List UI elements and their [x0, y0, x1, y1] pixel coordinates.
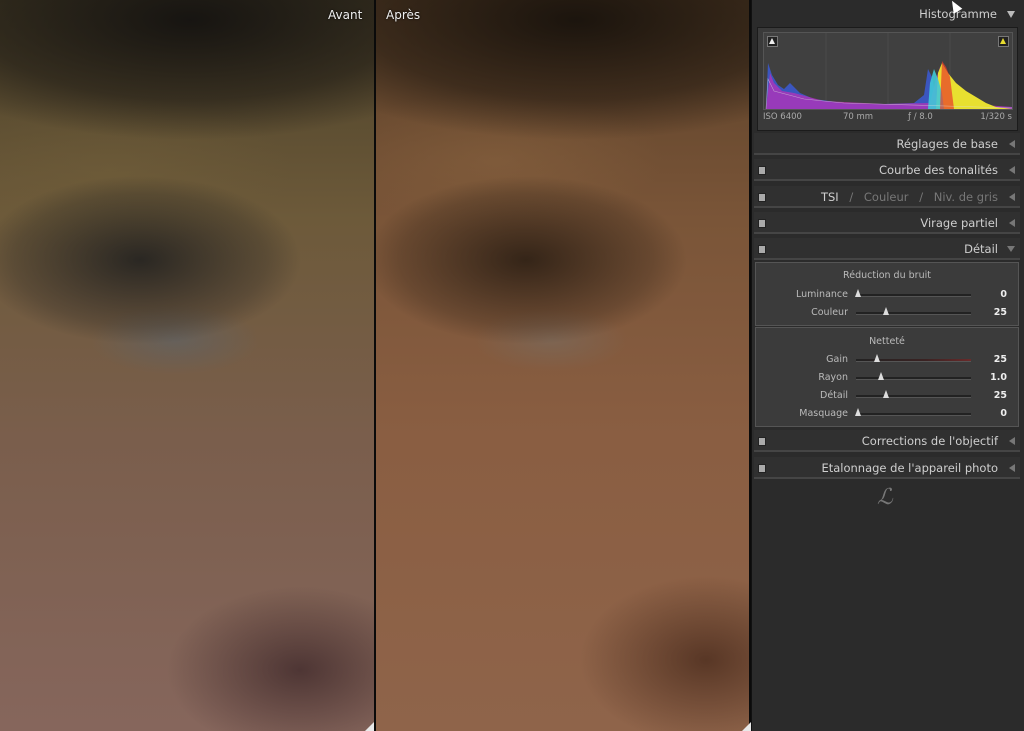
corner-marker-icon: [742, 722, 751, 731]
shadow-clipping-toggle[interactable]: [767, 36, 778, 47]
slider-thumb[interactable]: [854, 289, 861, 297]
aperture-value: ƒ / 8.0: [908, 112, 933, 122]
section-lens-corrections[interactable]: Corrections de l'objectif: [754, 430, 1020, 452]
section-camera-title: Etalonnage de l'appareil photo: [821, 461, 998, 475]
section-tone-curve-title: Courbe des tonalités: [879, 163, 998, 177]
shadow-clipping-icon: [769, 38, 775, 44]
slider-value[interactable]: 0: [1000, 408, 1007, 419]
sharpening-title: Netteté: [869, 336, 905, 347]
slider-label: Masquage: [799, 408, 848, 419]
after-photo[interactable]: [376, 0, 749, 731]
noise-reduction-title: Réduction du bruit: [843, 270, 931, 281]
section-basic-title: Réglages de base: [896, 137, 998, 151]
slider-track[interactable]: [854, 289, 971, 297]
slider-value[interactable]: 0: [1000, 289, 1007, 300]
after-label: Après: [386, 8, 421, 22]
section-split-toning[interactable]: Virage partiel: [754, 212, 1020, 234]
slider-row: Rayon 1.0: [756, 371, 1018, 385]
slider-track[interactable]: [856, 372, 971, 380]
slider-label: Luminance: [796, 289, 848, 300]
slider-row: Gain 25: [756, 353, 1018, 367]
histogram-metadata: ISO 6400 70 mm ƒ / 8.0 1/320 s: [758, 112, 1017, 126]
tab-separator: /: [849, 190, 854, 204]
slider-value[interactable]: 25: [994, 307, 1007, 318]
slider-row: Luminance 0: [756, 288, 1018, 302]
slider-thumb[interactable]: [883, 307, 890, 315]
expand-triangle-icon[interactable]: [1009, 437, 1015, 445]
slider-label: Détail: [820, 390, 848, 401]
slider-value[interactable]: 25: [994, 390, 1007, 401]
photo-comparison-area: Avant Après: [0, 0, 751, 731]
expand-triangle-icon[interactable]: [1009, 464, 1015, 472]
slider-row: Détail 25: [756, 389, 1018, 403]
histogram-panel: ISO 6400 70 mm ƒ / 8.0 1/320 s: [757, 27, 1018, 131]
section-basic[interactable]: Réglages de base: [754, 133, 1020, 155]
section-detail[interactable]: Détail: [754, 238, 1020, 260]
panel-switch-toggle[interactable]: [758, 193, 766, 202]
slider-track[interactable]: [856, 354, 971, 362]
slider-thumb[interactable]: [883, 390, 890, 398]
develop-panel: Histogramme ISO 6400 70 mm ƒ / 8.0 1/320: [751, 0, 1024, 731]
slider-thumb[interactable]: [877, 372, 884, 380]
expand-triangle-icon[interactable]: [1009, 219, 1015, 227]
corner-marker-icon: [365, 722, 374, 731]
section-hsl[interactable]: TSI / Couleur / Niv. de gris: [754, 186, 1020, 208]
panel-switch-toggle[interactable]: [758, 166, 766, 175]
section-tone-curve[interactable]: Courbe des tonalités: [754, 159, 1020, 181]
slider-track[interactable]: [856, 307, 971, 315]
section-detail-title: Détail: [964, 242, 998, 256]
slider-thumb[interactable]: [873, 354, 880, 362]
sharpening-block: Netteté Gain 25 Rayon 1.0 Détail 25 Masquage 0: [755, 327, 1019, 427]
slider-track[interactable]: [856, 390, 971, 398]
panel-end-ornament-icon: ℒ: [877, 485, 893, 510]
slider-label: Rayon: [818, 372, 848, 383]
section-camera-calibration[interactable]: Etalonnage de l'appareil photo: [754, 457, 1020, 479]
expand-triangle-icon[interactable]: [1009, 193, 1015, 201]
slider-thumb[interactable]: [854, 408, 861, 416]
slider-row: Couleur 25: [756, 306, 1018, 320]
shutter-speed-value: 1/320 s: [980, 112, 1012, 122]
slider-label: Gain: [826, 354, 848, 365]
panel-switch-toggle[interactable]: [758, 437, 766, 446]
section-split-toning-title: Virage partiel: [920, 216, 998, 230]
slider-row: Masquage 0: [756, 407, 1018, 421]
noise-reduction-block: Réduction du bruit Luminance 0 Couleur 25: [755, 262, 1019, 326]
section-hsl-tabs: TSI / Couleur / Niv. de gris: [821, 190, 998, 204]
focal-length-value: 70 mm: [843, 112, 874, 122]
highlight-clipping-icon: [1000, 38, 1006, 44]
histogram-header[interactable]: Histogramme: [752, 4, 1024, 24]
tab-tsi[interactable]: TSI: [821, 190, 839, 204]
panel-switch-toggle[interactable]: [758, 464, 766, 473]
tab-niv-gris[interactable]: Niv. de gris: [934, 190, 998, 204]
slider-value[interactable]: 25: [994, 354, 1007, 365]
slider-track[interactable]: [854, 408, 971, 416]
expand-triangle-icon[interactable]: [1009, 166, 1015, 174]
expand-triangle-icon[interactable]: [1009, 140, 1015, 148]
histogram-curves: [765, 33, 1012, 109]
tab-separator: /: [919, 190, 924, 204]
iso-value: ISO 6400: [763, 112, 802, 122]
slider-label: Couleur: [811, 307, 848, 318]
before-label: Avant: [328, 8, 363, 22]
panel-switch-toggle[interactable]: [758, 219, 766, 228]
tab-couleur[interactable]: Couleur: [864, 190, 909, 204]
histogram-graph[interactable]: [763, 32, 1013, 110]
collapse-triangle-icon[interactable]: [1007, 11, 1015, 18]
panel-switch-toggle[interactable]: [758, 245, 766, 254]
collapse-triangle-icon[interactable]: [1007, 246, 1015, 252]
highlight-clipping-toggle[interactable]: [998, 36, 1009, 47]
section-lens-title: Corrections de l'objectif: [861, 434, 998, 448]
slider-value[interactable]: 1.0: [990, 372, 1007, 383]
before-photo[interactable]: [0, 0, 374, 731]
